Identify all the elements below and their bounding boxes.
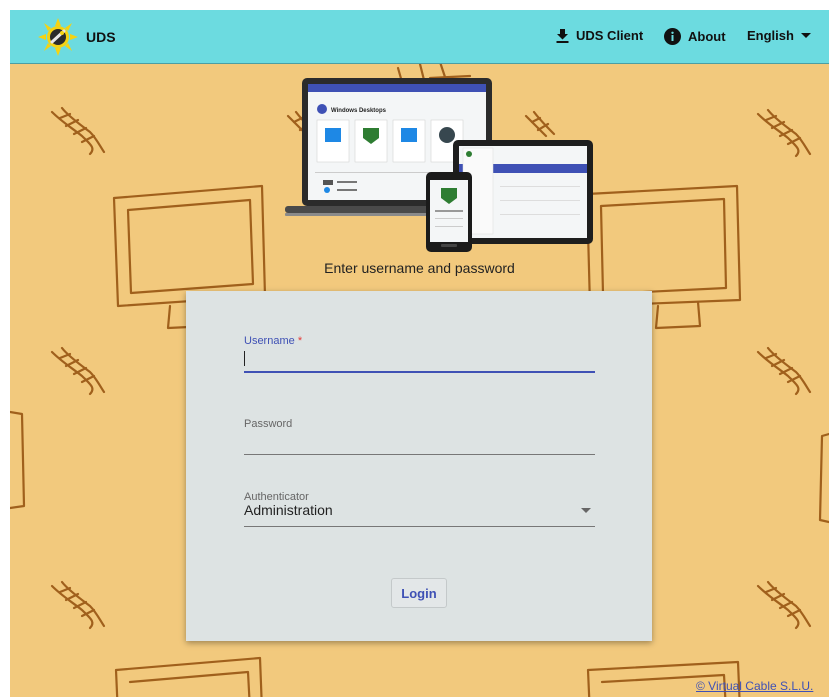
dna-doodle-4 (756, 346, 812, 396)
required-marker: * (297, 335, 303, 347)
login-subtitle: Enter username and password (324, 260, 515, 276)
about-button[interactable]: About (664, 28, 726, 45)
uds-client-button[interactable]: UDS Client (556, 28, 643, 43)
username-underline (244, 371, 595, 373)
about-label: About (688, 29, 726, 44)
tablet-image (453, 140, 593, 244)
download-icon (556, 28, 569, 43)
top-app-bar: UDS UDS Client About English (10, 10, 829, 64)
authenticator-underline (244, 526, 595, 527)
authenticator-value: Administration (244, 502, 333, 518)
username-label: Username * (244, 335, 303, 347)
devices-illustration: Windows Desktops (285, 78, 593, 252)
uds-sun-logo-icon (38, 18, 78, 56)
brand-name: UDS (86, 29, 116, 45)
dna-doodle-3 (50, 346, 106, 396)
username-input[interactable] (244, 349, 595, 369)
page-frame: UDS UDS Client About English Windows Des… (10, 10, 829, 697)
username-field[interactable]: Username * (244, 331, 595, 376)
dna-doodle-6 (756, 580, 812, 630)
dna-doodle-2 (756, 108, 812, 158)
dropdown-arrow-icon (581, 508, 591, 513)
copyright-link[interactable]: © Virtual Cable S.L.U. (696, 679, 813, 693)
password-underline (244, 454, 595, 455)
password-field[interactable]: Password (244, 414, 595, 459)
dna-doodle-1 (50, 106, 106, 156)
login-card: Username * Password Authenticator Admini… (186, 291, 652, 641)
info-icon (664, 28, 681, 45)
panel-title: Windows Desktops (331, 108, 387, 114)
login-button[interactable]: Login (391, 578, 447, 608)
uds-client-label: UDS Client (576, 28, 644, 43)
monitor-doodle-bottom-left (114, 656, 263, 697)
password-input[interactable] (244, 432, 595, 452)
brand-link[interactable]: UDS (38, 18, 116, 56)
phone-image (426, 172, 472, 252)
dna-doodle-5 (50, 580, 106, 630)
language-label: English (747, 28, 794, 43)
authenticator-select[interactable]: Authenticator Administration (244, 487, 595, 532)
language-selector[interactable]: English (747, 28, 811, 43)
password-label: Password (244, 418, 293, 430)
caret-down-icon (800, 32, 811, 38)
